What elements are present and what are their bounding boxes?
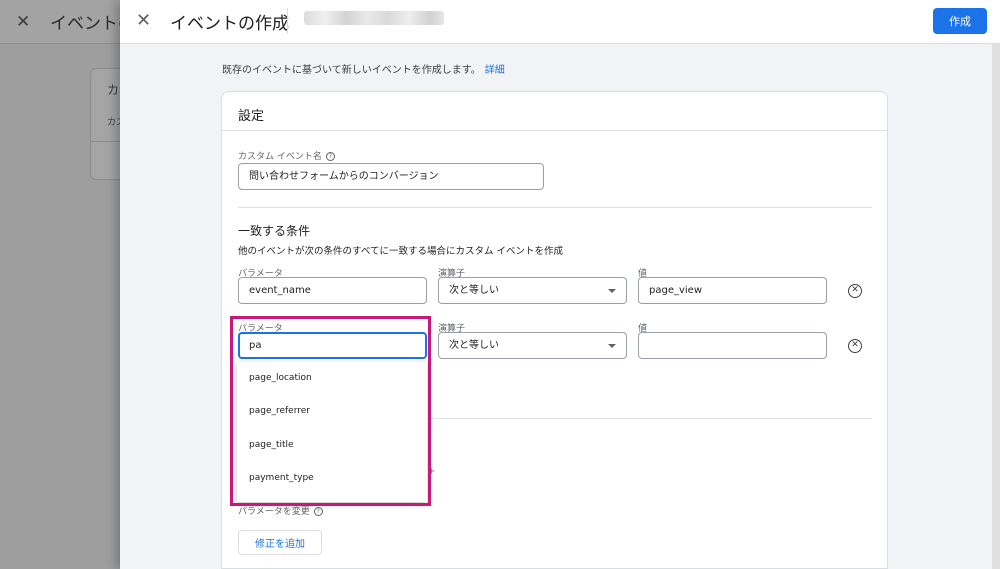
- suggestion-item[interactable]: page_referrer: [237, 395, 427, 428]
- panel-header: ✕ イベントの作成 作成: [120, 0, 1000, 44]
- suggestion-item[interactable]: page_title: [237, 429, 427, 462]
- help-icon[interactable]: ?: [313, 507, 323, 516]
- modify-parameters-label: パラメータを変更?: [238, 504, 323, 517]
- add-modification-button[interactable]: 修正を追加: [238, 530, 322, 555]
- parameter-input[interactable]: pa: [238, 332, 427, 359]
- remove-condition-icon[interactable]: ✕: [848, 284, 862, 298]
- operator-select[interactable]: 次と等しい: [438, 277, 627, 304]
- scrollbar[interactable]: [992, 44, 1000, 569]
- header-divider: [287, 8, 288, 34]
- panel-title: イベントの作成: [170, 14, 289, 34]
- conditions-title: 一致する条件: [238, 224, 311, 238]
- remove-condition-icon[interactable]: ✕: [848, 339, 862, 353]
- dropdown-arrow-icon: [608, 344, 616, 348]
- custom-event-label: カスタム イベント名?: [238, 149, 335, 162]
- background-card-text: カ: [107, 83, 120, 97]
- background-close-icon: ✕: [16, 12, 31, 32]
- intro-description: 既存のイベントに基づいて新しいイベントを作成します。: [222, 65, 481, 76]
- parameter-suggestions-dropdown: page_location page_referrer page_title p…: [237, 362, 427, 502]
- operator-select[interactable]: 次と等しい: [438, 332, 627, 359]
- custom-event-label-text: カスタム イベント名: [238, 152, 322, 162]
- divider: [222, 130, 887, 131]
- value-input[interactable]: page_view: [638, 277, 827, 304]
- operator-value: 次と等しい: [449, 340, 499, 351]
- close-icon[interactable]: ✕: [136, 10, 151, 31]
- dropdown-arrow-icon: [608, 289, 616, 293]
- parameter-input[interactable]: event_name: [238, 277, 427, 304]
- create-button[interactable]: 作成: [933, 8, 987, 34]
- modify-parameters-text: パラメータを変更: [238, 507, 310, 517]
- help-icon[interactable]: ?: [325, 152, 335, 161]
- conditions-description: 他のイベントが次の条件のすべてに一致する場合にカスタム イベントを作成: [238, 246, 563, 257]
- suggestion-item[interactable]: payment_type: [237, 462, 427, 495]
- blurred-property-name: [304, 11, 444, 25]
- partial-plus-icon: +: [427, 466, 436, 477]
- suggestion-item[interactable]: page_location: [237, 362, 427, 395]
- learn-more-link[interactable]: 詳細: [485, 65, 505, 76]
- divider: [238, 207, 872, 208]
- intro-text: 既存のイベントに基づいて新しいイベントを作成します。 詳細: [222, 61, 505, 76]
- settings-title: 設定: [238, 109, 265, 124]
- value-input[interactable]: [638, 332, 827, 359]
- operator-value: 次と等しい: [449, 285, 499, 296]
- custom-event-name-input[interactable]: 問い合わせフォームからのコンバージョン: [238, 163, 544, 190]
